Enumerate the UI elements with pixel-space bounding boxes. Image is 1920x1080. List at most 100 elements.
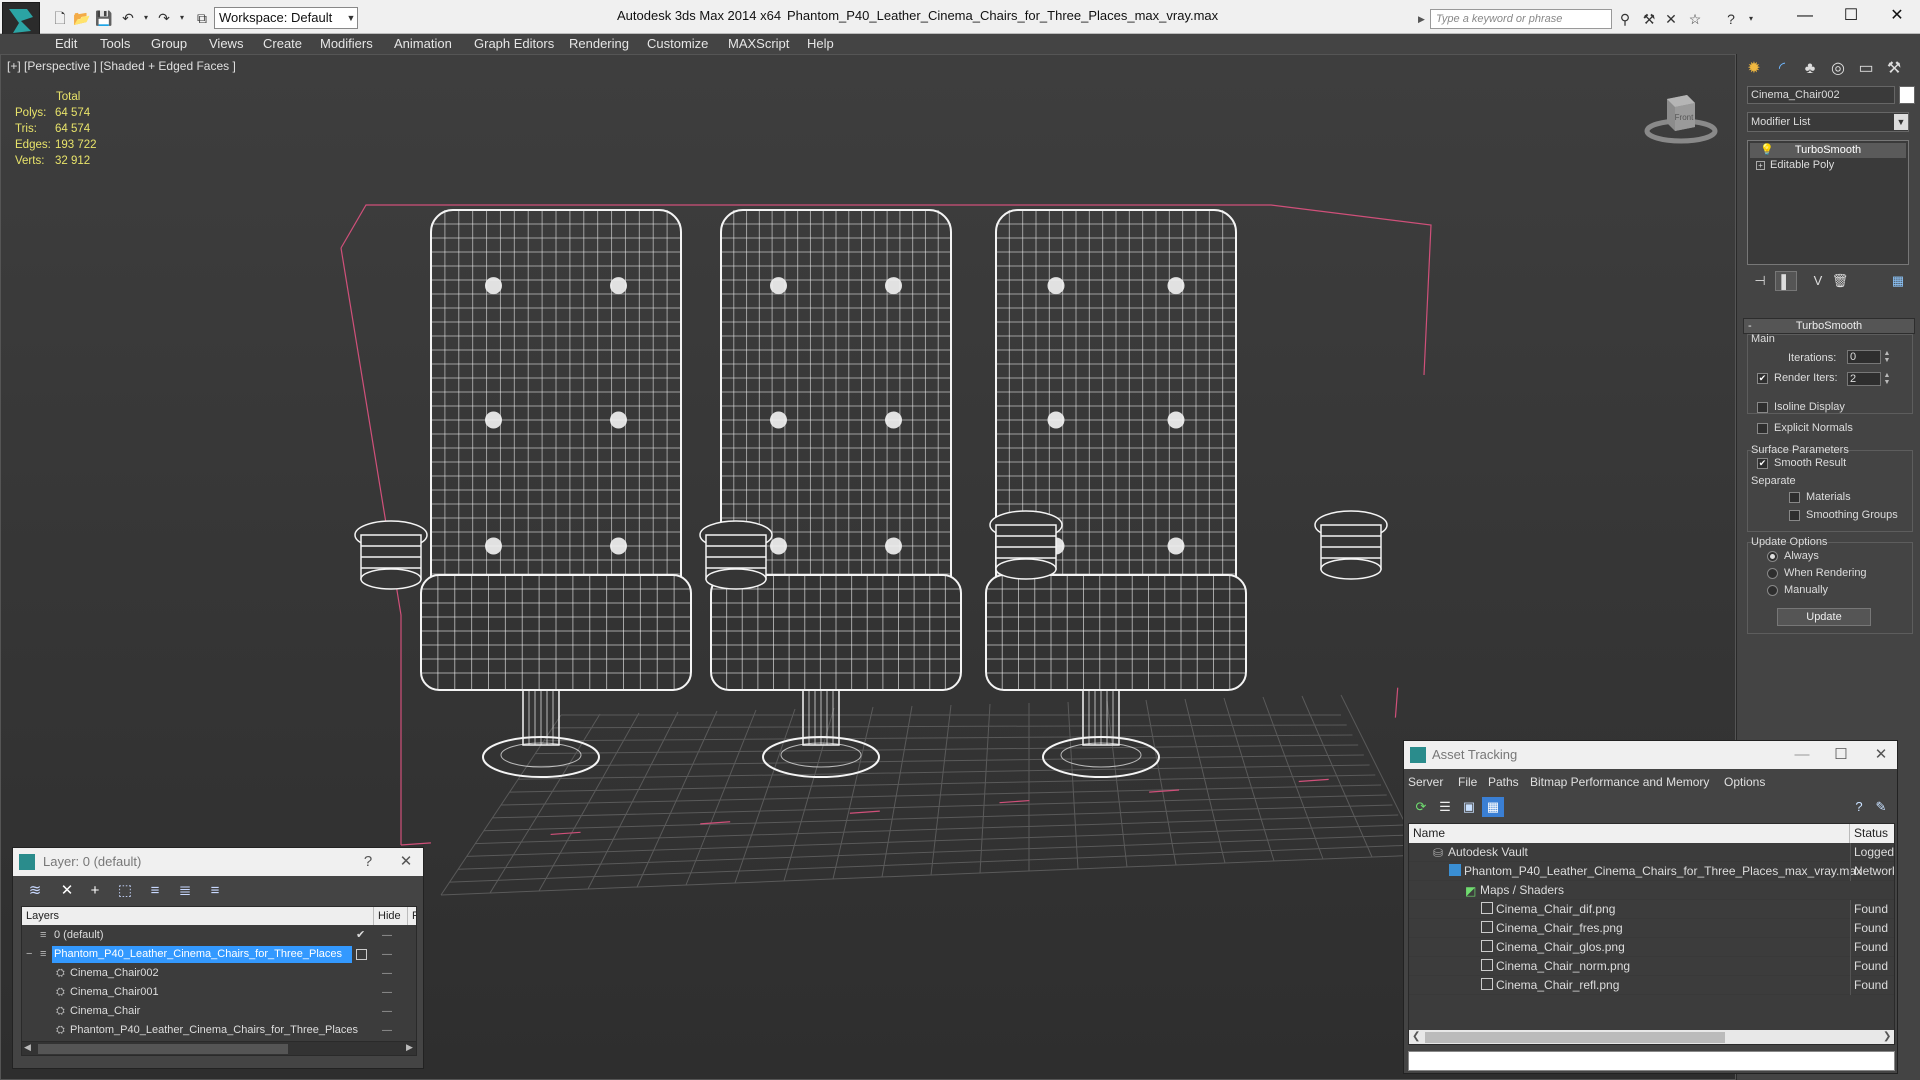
communication-icon[interactable]: ✕ xyxy=(1660,9,1682,29)
hide-toggle[interactable]: — xyxy=(382,983,398,1002)
collapse-minus-icon[interactable]: - xyxy=(1748,319,1752,333)
render-iters-spinner[interactable]: 2 xyxy=(1847,372,1881,386)
add-to-layer-icon[interactable]: + xyxy=(83,880,107,902)
materials-checkbox[interactable] xyxy=(1789,492,1800,503)
minimize-button[interactable]: — xyxy=(1787,741,1817,769)
redo-dropdown-icon[interactable]: ▾ xyxy=(172,9,192,27)
search-expand-icon[interactable]: ▶ xyxy=(1418,9,1430,29)
maximize-button[interactable]: ☐ xyxy=(1826,741,1856,769)
iterations-spinner[interactable]: 0 xyxy=(1847,350,1881,364)
chevron-down-icon[interactable]: ▼ xyxy=(1894,114,1908,130)
menu-animation[interactable]: Animation xyxy=(394,34,452,54)
asset-dialog-titlebar[interactable]: Asset Tracking xyxy=(1404,741,1897,769)
layer-name[interactable]: Cinema_Chair002 xyxy=(68,965,163,982)
spinner-arrows-icon[interactable]: ▲ ▼ xyxy=(1883,372,1891,386)
stack-item-turbosmooth[interactable]: 💡 TurboSmooth xyxy=(1750,143,1906,158)
asset-row[interactable]: Cinema_Chair_norm.png Found xyxy=(1409,957,1894,976)
chevron-down-icon[interactable]: ▼ xyxy=(344,7,358,29)
collapse-icon[interactable]: − xyxy=(26,945,32,964)
menu-customize[interactable]: Customize xyxy=(647,34,708,54)
hide-toggle[interactable]: — xyxy=(382,945,398,964)
horizontal-scrollbar[interactable]: ◀ ▶ xyxy=(22,1041,416,1055)
column-header-hide[interactable]: Hide xyxy=(374,907,408,925)
layer-row[interactable]: ≡ 0 (default) ✔ — xyxy=(22,926,416,945)
maximize-button[interactable]: ☐ xyxy=(1828,3,1874,29)
menu-graph-editors[interactable]: Graph Editors xyxy=(474,34,554,54)
horizontal-scrollbar[interactable]: ❮ ❯ xyxy=(1409,1030,1894,1044)
minimize-button[interactable]: — xyxy=(1782,3,1828,29)
menu-modifiers[interactable]: Modifiers xyxy=(320,34,373,54)
layer-row[interactable]: ⛭ Phantom_P40_Leather_Cinema_Chairs_for_… xyxy=(22,1021,416,1040)
help-icon[interactable]: ? xyxy=(1720,9,1742,29)
smooth-result-checkbox[interactable]: ✔ xyxy=(1757,458,1768,469)
table-view-icon[interactable]: ▦ xyxy=(1482,797,1504,817)
help-icon[interactable]: ? xyxy=(1848,797,1870,817)
layer-name[interactable]: Cinema_Chair001 xyxy=(68,984,163,1001)
turbosmooth-rollout-header[interactable]: - TurboSmooth xyxy=(1743,318,1915,334)
show-end-result-icon[interactable]: ▌ xyxy=(1775,271,1797,291)
asset-path-field[interactable] xyxy=(1408,1051,1895,1071)
viewcube[interactable]: Front xyxy=(1641,89,1721,149)
redo-icon[interactable]: ↷ xyxy=(154,9,174,27)
close-button[interactable]: ✕ xyxy=(1874,3,1920,29)
asset-row[interactable]: ⛁ Autodesk Vault Logged xyxy=(1409,843,1894,862)
set-active-checkbox[interactable] xyxy=(356,949,367,960)
menu-group[interactable]: Group xyxy=(151,34,187,54)
asset-row[interactable]: ◩ Maps / Shaders xyxy=(1409,881,1894,900)
favorites-star-icon[interactable]: ☆ xyxy=(1684,9,1706,29)
layer-name[interactable]: Cinema_Chair xyxy=(68,1003,144,1020)
asset-row[interactable]: Cinema_Chair_refl.png Found xyxy=(1409,976,1894,995)
thumbnail-view-icon[interactable]: ▣ xyxy=(1458,797,1480,817)
column-header-freeze[interactable]: F xyxy=(408,907,416,925)
scroll-left-icon[interactable]: ❮ xyxy=(1412,1031,1420,1042)
binoculars-icon[interactable]: ⚲ xyxy=(1614,9,1636,29)
configure-modifier-sets-icon[interactable]: ▦ xyxy=(1887,271,1909,291)
asset-row[interactable]: Cinema_Chair_glos.png Found xyxy=(1409,938,1894,957)
explicit-normals-checkbox[interactable] xyxy=(1757,423,1768,434)
select-objects-icon[interactable]: ⬚ xyxy=(113,880,137,902)
spinner-arrows-icon[interactable]: ▲ ▼ xyxy=(1883,350,1891,364)
asset-menu-paths[interactable]: Paths xyxy=(1488,773,1519,791)
settings-icon[interactable]: ✎ xyxy=(1870,797,1892,817)
lightbulb-icon[interactable]: 💡 xyxy=(1760,143,1774,158)
column-header-layers[interactable]: Layers xyxy=(22,907,374,925)
freeze-all-icon[interactable]: ≡ xyxy=(203,880,227,902)
scroll-left-icon[interactable]: ◀ xyxy=(24,1042,31,1053)
list-view-icon[interactable]: ☰ xyxy=(1434,797,1456,817)
object-color-swatch[interactable] xyxy=(1899,86,1915,104)
menu-maxscript[interactable]: MAXScript xyxy=(728,34,789,54)
object-name-field[interactable]: Cinema_Chair002 xyxy=(1747,86,1895,104)
expand-plus-icon[interactable]: + xyxy=(1756,161,1765,170)
new-file-icon[interactable]: 🗋 xyxy=(50,9,70,27)
save-file-icon[interactable]: 💾 xyxy=(94,9,114,27)
column-header-status[interactable]: Status xyxy=(1850,824,1894,843)
utilities-tab-icon[interactable]: ⚒ xyxy=(1881,56,1907,82)
asset-row[interactable]: Phantom_P40_Leather_Cinema_Chairs_for_Th… xyxy=(1409,862,1894,881)
layer-name[interactable]: 0 (default) xyxy=(52,927,108,944)
close-button[interactable]: ✕ xyxy=(391,848,421,876)
refresh-icon[interactable]: ⟳ xyxy=(1410,797,1432,817)
active-layer-check-icon[interactable]: ✔ xyxy=(356,926,365,945)
asset-menu-file[interactable]: File xyxy=(1458,773,1477,791)
layer-row[interactable]: ⛭ Cinema_Chair001 — xyxy=(22,983,416,1002)
asset-menu-server[interactable]: Server xyxy=(1408,773,1443,791)
layer-row[interactable]: ⛭ Cinema_Chair002 — xyxy=(22,964,416,983)
smoothing-groups-checkbox[interactable] xyxy=(1789,510,1800,521)
create-tab-icon[interactable]: ✹ xyxy=(1741,56,1767,82)
highlight-layer-icon[interactable]: ≡ xyxy=(143,880,167,902)
asset-menu-bitmap-performance[interactable]: Bitmap Performance and Memory xyxy=(1530,773,1709,791)
scroll-right-icon[interactable]: ❯ xyxy=(1883,1031,1891,1042)
always-radio[interactable] xyxy=(1767,551,1778,562)
help-button[interactable]: ? xyxy=(353,848,383,876)
subscription-icon[interactable]: ⚒ xyxy=(1638,9,1660,29)
menu-help[interactable]: Help xyxy=(807,34,834,54)
hide-all-icon[interactable]: ≣ xyxy=(173,880,197,902)
update-button[interactable]: Update xyxy=(1777,608,1871,626)
pin-stack-icon[interactable]: ⊣ xyxy=(1749,271,1771,291)
scrollbar-thumb[interactable] xyxy=(1425,1032,1725,1043)
hide-toggle[interactable]: — xyxy=(382,964,398,983)
column-header-name[interactable]: Name xyxy=(1409,824,1850,843)
modify-tab-icon[interactable]: ◜ xyxy=(1769,56,1795,82)
scroll-right-icon[interactable]: ▶ xyxy=(406,1042,413,1053)
manually-radio[interactable] xyxy=(1767,585,1778,596)
